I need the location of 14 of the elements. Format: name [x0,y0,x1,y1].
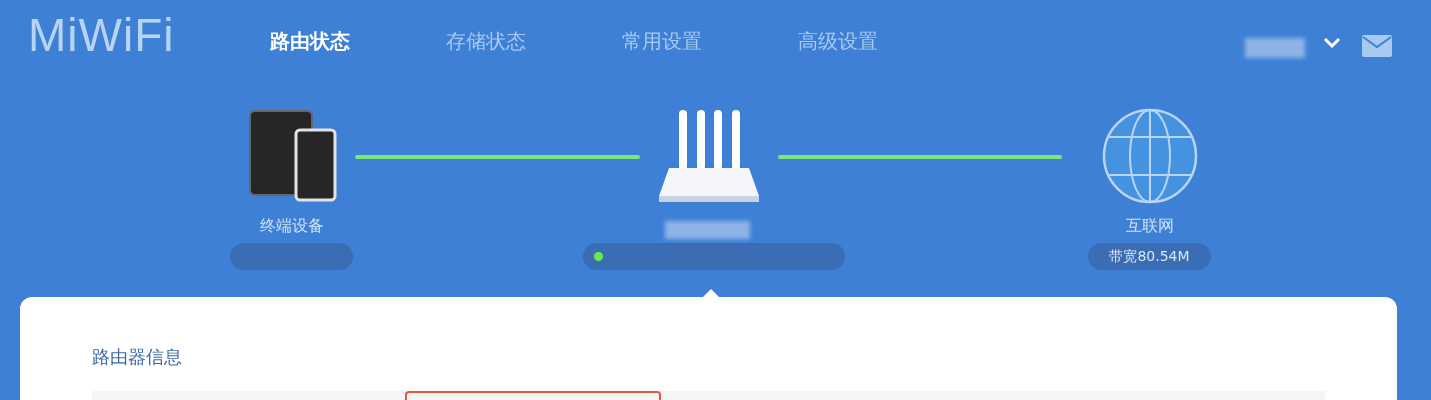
tablet-phone-icon [249,110,337,202]
globe-icon [1101,107,1199,205]
nav-tab[interactable]: 常用设置 [622,28,702,55]
nav-tab[interactable]: 高级设置 [798,28,878,55]
bandwidth-pill: 带宽80.54M [1088,243,1211,270]
redacted-block [1245,38,1305,58]
devices-label: 终端设备 [258,216,325,237]
chevron-down-icon[interactable] [1323,37,1341,49]
logo-text: MiWiFi [28,8,175,62]
card-title: 路由器信息 [92,345,183,369]
internet-label: 互联网 [1124,216,1175,237]
mail-icon[interactable] [1362,35,1392,57]
nav-tab[interactable]: 存储状态 [446,28,526,55]
nav-tab[interactable]: 路由状态 [270,28,350,55]
